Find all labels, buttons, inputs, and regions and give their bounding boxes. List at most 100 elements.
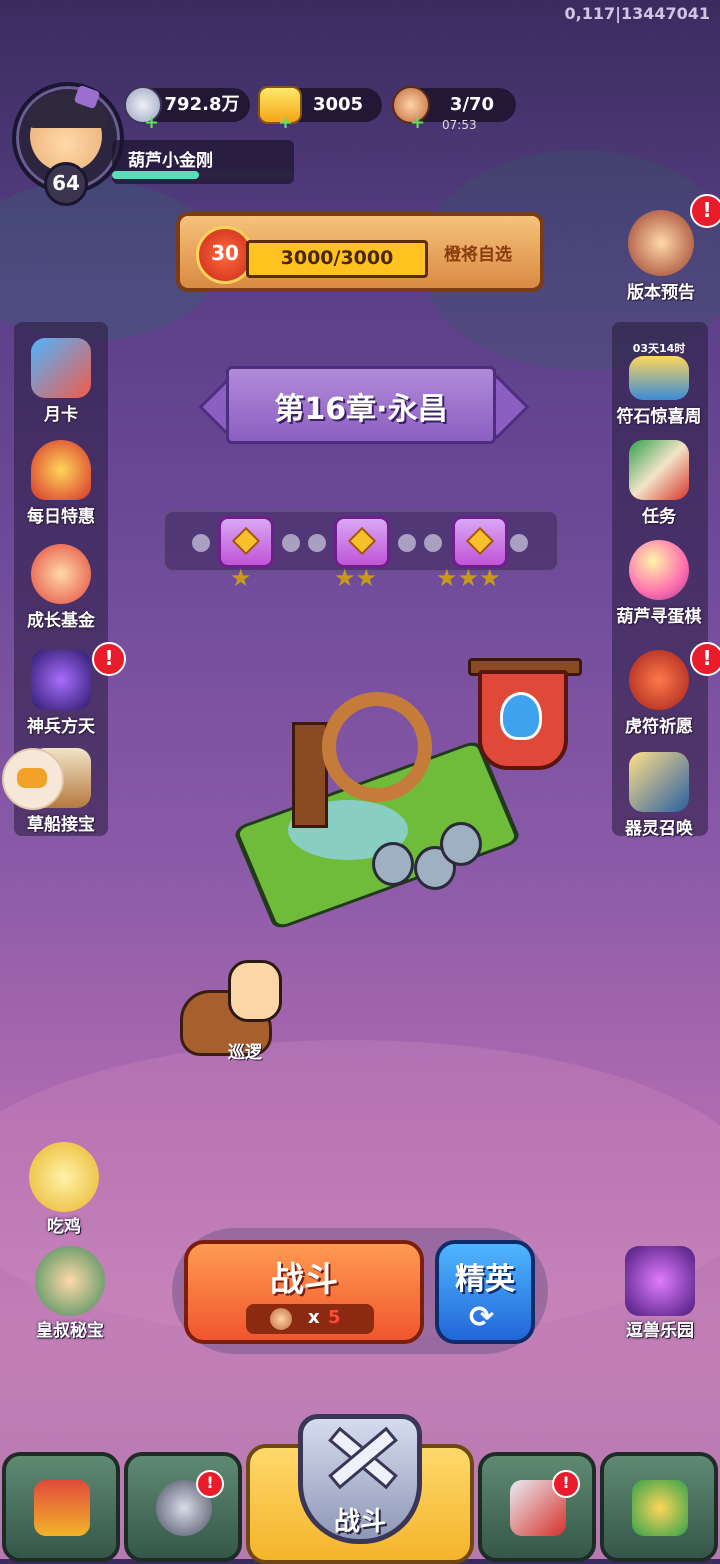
silver-value: 792.8万 [164, 94, 240, 115]
straw-boat-label: 草船接宝 [27, 815, 95, 835]
nav-battle-label: 战斗 [333, 1507, 386, 1537]
rune-surprise-week-label: 符石惊喜周 [616, 407, 702, 427]
chicken-dinner-button[interactable]: 吃鸡 [14, 1142, 114, 1237]
scroll-artifact-icon [629, 752, 689, 812]
enemy-soldier [440, 822, 482, 866]
progress-dot [510, 534, 528, 552]
progress-dot [282, 534, 300, 552]
daily-deal-button[interactable]: 每日特惠 [14, 440, 108, 527]
gold-plus-icon[interactable]: + [278, 114, 293, 132]
chest-1-stars: ★ [230, 564, 252, 592]
chapter-reward-banner[interactable]: 30 3000/3000 橙将自选 [176, 212, 544, 292]
stamina-timer: 07:53 [442, 118, 477, 132]
chapter-title: 第16章·永昌 [274, 392, 448, 427]
version-preview-button[interactable]: 版本预告 [614, 210, 708, 303]
blue-fire-icon [500, 692, 542, 740]
growth-fund-label: 成长基金 [27, 611, 95, 631]
beast-park-button[interactable]: 逗兽乐园 [610, 1246, 710, 1341]
equipment-alert-badge: ! [552, 1470, 580, 1498]
nav-equipment-button[interactable] [478, 1452, 596, 1562]
nav-upgrade-button[interactable] [600, 1452, 718, 1562]
daily-deal-label: 每日特惠 [27, 507, 95, 527]
uncle-treasure-label: 皇叔秘宝 [36, 1321, 104, 1341]
chest-2-stars: ★★ [334, 564, 378, 592]
calendar-icon [31, 338, 91, 398]
scroll-book-icon [629, 440, 689, 500]
stamina-plus-icon[interactable]: + [410, 114, 425, 132]
water-wheel [282, 672, 442, 828]
spirit-summon-button[interactable]: 器灵召唤 [612, 752, 706, 839]
divine-weapon-label: 神兵方天 [27, 717, 95, 737]
gamepad-float-button[interactable] [2, 748, 64, 810]
easter-egg-icon [629, 540, 689, 600]
elite-label: 精英 [455, 1262, 515, 1297]
spirit-summon-label: 器灵召唤 [625, 819, 693, 839]
chapter-title-plate: 第16章·永昌 [196, 366, 530, 444]
monthly-card-label: 月卡 [44, 405, 78, 425]
fortune-god-icon [31, 544, 91, 604]
chest-3-stars: ★★★ [436, 564, 501, 592]
tiger-tally-wish-label: 虎符祈愿 [625, 717, 693, 737]
uncle-treasure-button[interactable]: 皇叔秘宝 [20, 1246, 120, 1341]
nav-city-button[interactable] [2, 1452, 120, 1562]
divine-weapon-alert-badge: ! [92, 642, 126, 676]
general [228, 960, 282, 1022]
star-chest-3[interactable] [452, 516, 508, 568]
rune-surprise-week-button[interactable]: 03天14时 符石惊喜周 [612, 340, 706, 427]
orange-hero-pick-label: 橙将自选 [444, 245, 512, 265]
chest-gem-icon [465, 526, 495, 556]
gift-bag-icon [31, 440, 91, 500]
meat-drumstick-icon [270, 1308, 292, 1330]
enemy-soldier [372, 842, 414, 886]
chest-gem-icon [231, 526, 261, 556]
progress-dot [308, 534, 326, 552]
debug-text: 0,117|13447041 [564, 4, 710, 23]
stamina-value: 3/70 [449, 94, 495, 115]
patrol-label: 巡逻 [228, 1043, 262, 1063]
fight-button[interactable]: 战斗 x 5 [184, 1240, 424, 1344]
chest-gem-icon [347, 526, 377, 556]
elite-button[interactable]: 精英 ⟳ [435, 1240, 535, 1344]
fist-upgrade-icon [632, 1480, 688, 1536]
silver-plus-icon[interactable]: + [144, 114, 159, 132]
version-preview-alert-badge: ! [690, 194, 720, 228]
enemy-flag[interactable] [468, 650, 582, 790]
xp-bar-fill [112, 171, 200, 179]
mill-wheel [322, 692, 432, 802]
task-label: 任务 [642, 507, 676, 527]
gourd-egg-chess-label: 葫芦寻蛋棋 [616, 607, 702, 627]
gourd-egg-chess-button[interactable]: 葫芦寻蛋棋 [612, 540, 706, 627]
sleeping-uncle-icon [35, 1246, 105, 1316]
chicken-dinner-label: 吃鸡 [47, 1217, 81, 1237]
reward-progress: 3000/3000 [246, 240, 428, 278]
progress-dot [192, 534, 210, 552]
hero-alert-badge: ! [196, 1470, 224, 1498]
xp-bar [112, 171, 294, 179]
progress-dot [424, 534, 442, 552]
tiger-tally-alert-badge: ! [690, 642, 720, 676]
nav-hero-button[interactable] [124, 1452, 242, 1562]
treasure-pile-icon [629, 356, 689, 400]
star-chest-1[interactable] [218, 516, 274, 568]
gamepad-icon [17, 768, 47, 788]
sunglasses-chick-icon [29, 1142, 99, 1212]
task-button[interactable]: 任务 [612, 440, 706, 527]
rune-event-timer: 03天14时 [632, 342, 686, 355]
growth-fund-button[interactable]: 成长基金 [14, 544, 108, 631]
player-name: 葫芦小金刚 [128, 151, 213, 171]
fight-label: 战斗 [270, 1260, 338, 1300]
patrol-rider[interactable]: 巡逻 [180, 960, 300, 1063]
progress-dot [398, 534, 416, 552]
star-chest-2[interactable] [334, 516, 390, 568]
dragon-beast-icon [625, 1246, 695, 1316]
player-level: 64 [44, 162, 88, 206]
monthly-card-button[interactable]: 月卡 [14, 338, 108, 425]
halberd-icon [31, 650, 91, 710]
cost-multiplier: x [308, 1307, 320, 1328]
tiger-tally-icon [629, 650, 689, 710]
battle-shield-emblem: 战斗 [298, 1414, 422, 1544]
gate-tower-icon [34, 1480, 90, 1536]
beast-park-label: 逗兽乐园 [626, 1321, 694, 1341]
girl-megaphone-icon [628, 210, 694, 276]
version-preview-label: 版本预告 [627, 283, 695, 303]
